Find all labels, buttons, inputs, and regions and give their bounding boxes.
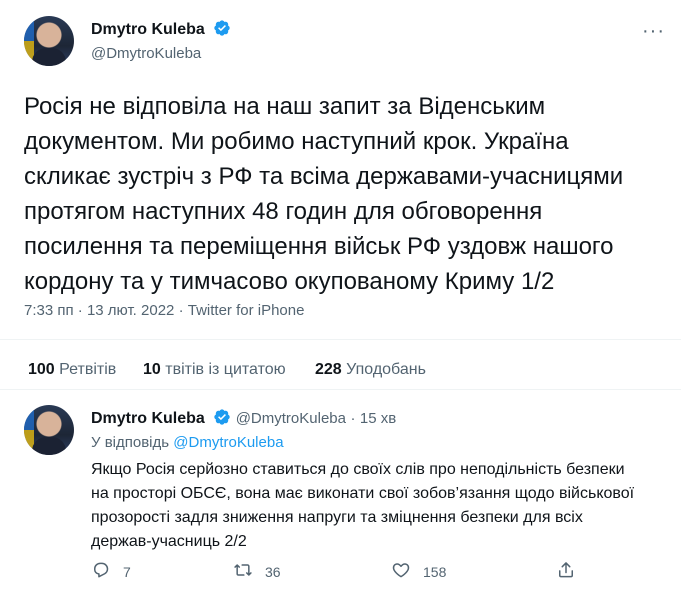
author-avatar[interactable] bbox=[24, 16, 74, 66]
tweet-text-line: документом. Ми робимо наступний крок. Ук… bbox=[24, 128, 569, 155]
meta-separator: · bbox=[178, 302, 184, 319]
share-action[interactable] bbox=[556, 560, 576, 583]
reply-text-line: на просторі ОБСЄ, вона має виконати свої… bbox=[91, 485, 635, 502]
reply-icon bbox=[91, 560, 111, 583]
tweet-meta: 7:33 пп · 13 лют. 2022 · Twitter for iPh… bbox=[24, 302, 304, 319]
reply-action[interactable]: 7 bbox=[91, 560, 131, 583]
retweets-stat[interactable]: 100 Ретвітів bbox=[28, 361, 116, 379]
replying-handle-link[interactable]: @DmytroKuleba bbox=[173, 434, 283, 451]
like-action[interactable]: 158 bbox=[391, 560, 446, 583]
tweet-text-line: скликає зустріч з РФ та всіма державами-… bbox=[24, 163, 624, 190]
retweet-icon bbox=[233, 560, 253, 583]
share-icon bbox=[556, 560, 576, 583]
replying-prefix: У відповідь bbox=[91, 434, 170, 451]
quotes-stat[interactable]: 10 твітів із цитатою bbox=[143, 361, 286, 379]
reply-dot: · bbox=[350, 410, 356, 427]
tweet-text-line: посилення та переміщення військ РФ уздов… bbox=[24, 233, 614, 260]
reply-text-line: прозорості задля зниження напруги та змі… bbox=[91, 509, 583, 526]
more-options-icon[interactable]: ··· bbox=[642, 20, 665, 43]
verified-badge-icon bbox=[213, 408, 231, 426]
likes-stat[interactable]: 228 Уподобань bbox=[315, 361, 426, 379]
reply-text-line: держав-учасниць 2/2 bbox=[91, 533, 247, 550]
tweet-text-line: кордону та у тимчасово окупованому Криму… bbox=[24, 268, 555, 295]
reply-header: Dmytro Kuleba @DmytroKuleba · 15 хв bbox=[91, 408, 396, 428]
retweets-label: Ретвітів bbox=[59, 361, 117, 378]
likes-label: Уподобань bbox=[346, 361, 426, 378]
retweets-count: 100 bbox=[28, 361, 55, 378]
author-name-row: Dmytro Kuleba bbox=[91, 19, 231, 39]
quotes-count: 10 bbox=[143, 361, 161, 378]
retweet-count: 36 bbox=[265, 563, 281, 580]
replying-to: У відповідь @DmytroKuleba bbox=[91, 434, 284, 451]
retweet-action[interactable]: 36 bbox=[233, 560, 281, 583]
likes-count: 228 bbox=[315, 361, 342, 378]
tweet-source[interactable]: Twitter for iPhone bbox=[188, 302, 305, 319]
divider bbox=[0, 389, 681, 390]
author-name[interactable]: Dmytro Kuleba bbox=[91, 21, 205, 38]
tweet-text-line: протягом наступних 48 годин для обговоре… bbox=[24, 198, 543, 225]
reply-text-line: Якщо Росія серйозно ставиться до своїх с… bbox=[91, 461, 625, 478]
meta-separator: · bbox=[77, 302, 83, 319]
tweet-text: Росія не відповіла на наш запит за Віден… bbox=[24, 89, 674, 299]
tweet-date[interactable]: 13 лют. 2022 bbox=[87, 302, 174, 319]
tweet-text-line: Росія не відповіла на наш запит за Віден… bbox=[24, 93, 546, 120]
divider bbox=[0, 339, 681, 340]
heart-icon bbox=[391, 560, 411, 583]
reply-text: Якщо Росія серйозно ставиться до своїх с… bbox=[91, 458, 671, 554]
like-count: 158 bbox=[423, 563, 447, 580]
author-handle[interactable]: @DmytroKuleba bbox=[91, 45, 201, 62]
quotes-label: твітів із цитатою bbox=[165, 361, 286, 378]
reply-author-name[interactable]: Dmytro Kuleba bbox=[91, 410, 205, 427]
reply-count: 7 bbox=[123, 563, 131, 580]
verified-badge-icon bbox=[213, 19, 231, 37]
reply-time[interactable]: 15 хв bbox=[360, 410, 396, 427]
tweet-time[interactable]: 7:33 пп bbox=[24, 302, 74, 319]
reply-author-avatar[interactable] bbox=[24, 405, 74, 455]
reply-author-handle[interactable]: @DmytroKuleba bbox=[236, 410, 346, 427]
